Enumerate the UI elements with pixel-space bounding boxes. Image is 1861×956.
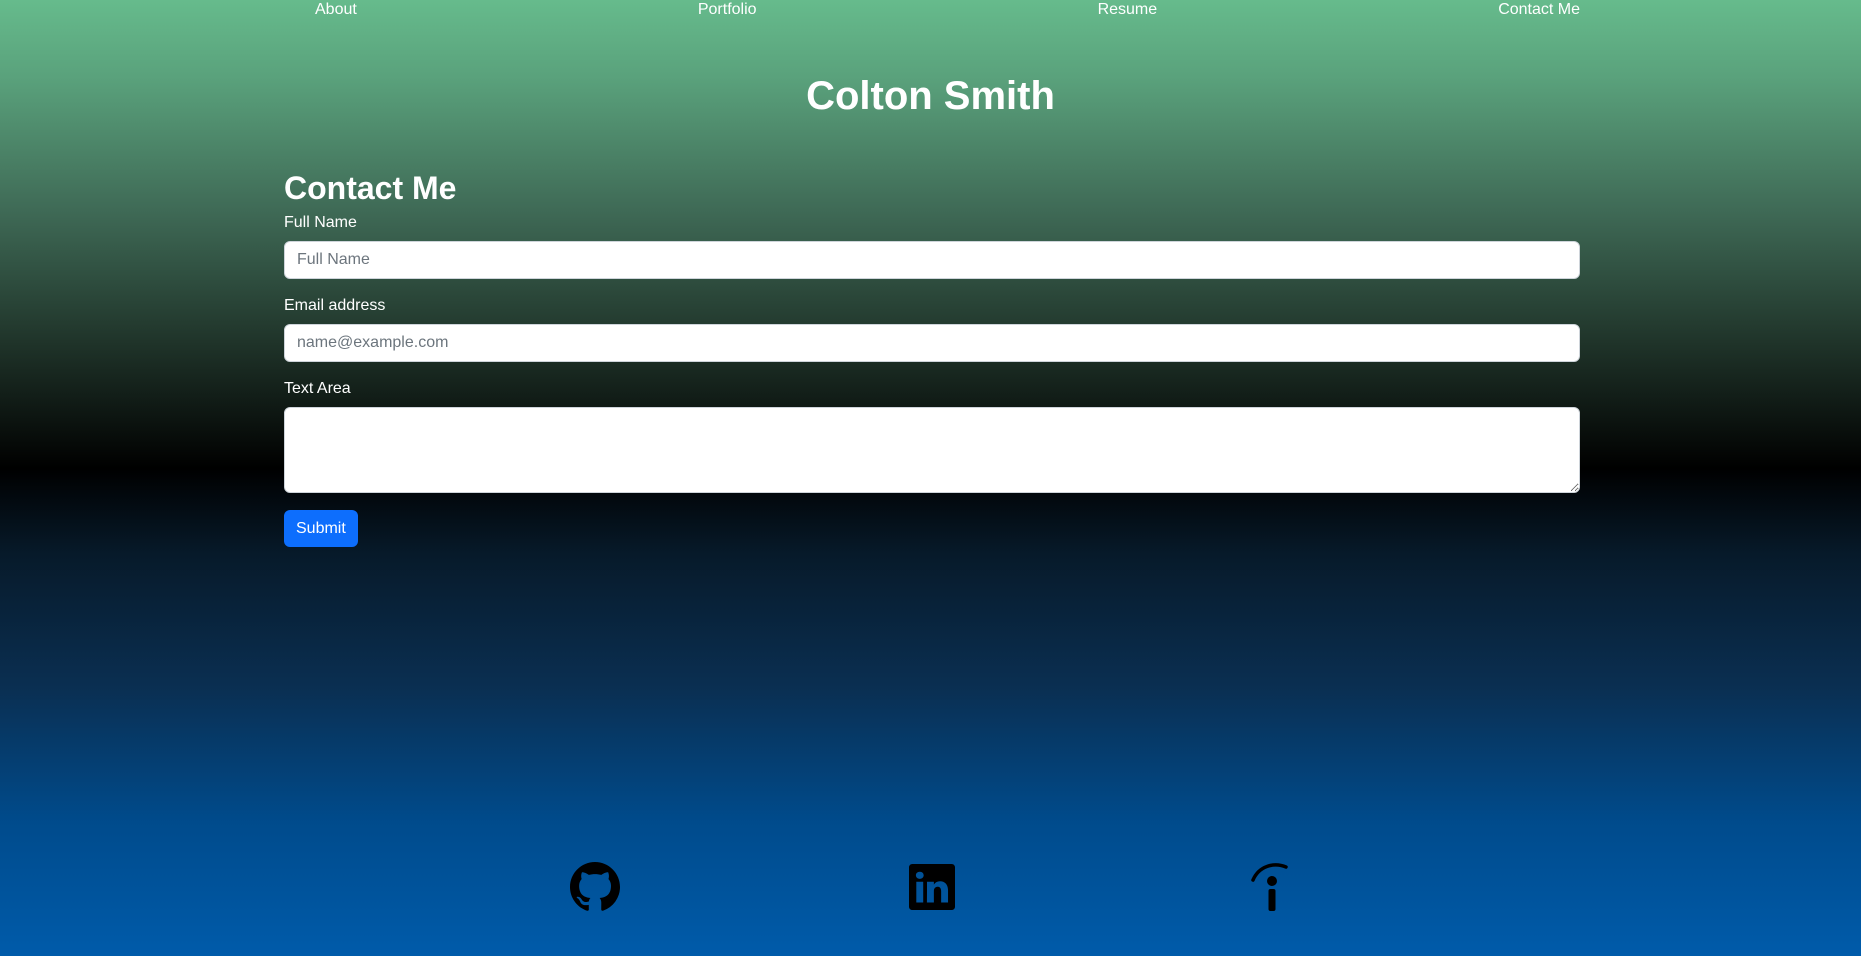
linkedin-link[interactable] bbox=[905, 860, 959, 914]
linkedin-icon bbox=[909, 864, 955, 910]
nav-resume-link[interactable]: Resume bbox=[1098, 2, 1158, 18]
contact-section: Contact Me Full Name Email address Text … bbox=[284, 168, 1580, 547]
top-nav: About Portfolio Resume Contact Me bbox=[284, 0, 1580, 20]
email-label: Email address bbox=[284, 297, 386, 314]
footer bbox=[0, 860, 1861, 914]
email-input[interactable] bbox=[284, 324, 1580, 362]
github-icon bbox=[570, 862, 620, 911]
submit-button[interactable]: Submit bbox=[284, 510, 358, 547]
text-area-label: Text Area bbox=[284, 380, 351, 397]
contact-heading: Contact Me bbox=[284, 170, 457, 206]
message-textarea[interactable] bbox=[284, 407, 1580, 493]
page-title: Colton Smith bbox=[806, 74, 1055, 118]
nav-contact-link[interactable]: Contact Me bbox=[1498, 2, 1580, 18]
nav-portfolio-link[interactable]: Portfolio bbox=[698, 2, 757, 18]
nav-about-link[interactable]: About bbox=[315, 2, 357, 18]
indeed-icon bbox=[1251, 863, 1288, 911]
full-name-label: Full Name bbox=[284, 214, 357, 231]
full-name-input[interactable] bbox=[284, 241, 1580, 279]
indeed-link[interactable] bbox=[1243, 860, 1297, 914]
github-link[interactable] bbox=[568, 860, 622, 914]
